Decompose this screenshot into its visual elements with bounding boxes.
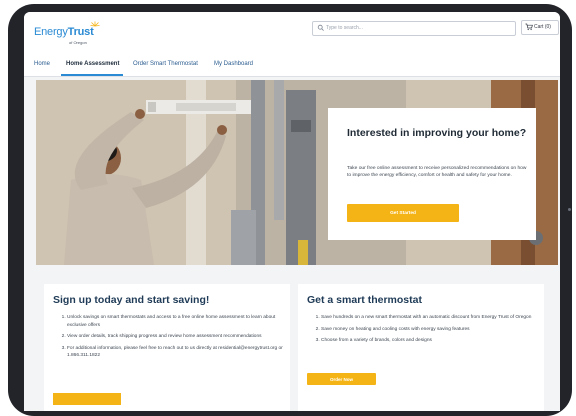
thermostat-list: Save hundreds on a new smart thermostat …: [311, 314, 539, 349]
search-icon: [317, 24, 324, 31]
list-item: For additional information, please feel …: [67, 345, 285, 360]
signup-card: Sign up today and start saving! Unlock s…: [44, 284, 290, 411]
hero-title: Interested in improving your home?: [347, 127, 527, 139]
main-nav: Home Home Assessment Order Smart Thermos…: [24, 56, 560, 77]
tab-order-smart-thermostat[interactable]: Order Smart Thermostat: [133, 61, 198, 67]
cart-button[interactable]: Cart (0): [521, 20, 559, 35]
signup-button[interactable]: [53, 393, 121, 405]
list-item: Save hundreds on a new smart thermostat …: [321, 314, 539, 322]
tab-home[interactable]: Home: [34, 61, 50, 67]
list-item: Choose from a variety of brands, colors …: [321, 337, 539, 345]
hero-banner: Interested in improving your home? Take …: [36, 80, 558, 265]
camera-dot: [568, 208, 571, 211]
cart-icon: [525, 23, 533, 31]
tab-home-assessment[interactable]: Home Assessment: [66, 61, 119, 67]
search-input[interactable]: Type to search...: [312, 21, 516, 36]
browser-screen: EnergyTrust of Oregon Type to search... …: [24, 12, 560, 411]
thermostat-title: Get a smart thermostat: [307, 294, 422, 306]
list-item: View order details, track shipping progr…: [67, 333, 285, 341]
site-header: EnergyTrust of Oregon Type to search... …: [24, 12, 560, 56]
search-placeholder: Type to search...: [326, 25, 363, 31]
hero-card: Interested in improving your home? Take …: [328, 108, 536, 240]
thermostat-card: Get a smart thermostat Save hundreds on …: [298, 284, 544, 411]
list-item: Unlock savings on smart thermostats and …: [67, 314, 285, 329]
get-started-button[interactable]: Get Started: [347, 204, 459, 222]
list-item: Save money on heating and cooling costs …: [321, 326, 539, 334]
logo-word-energy: Energy: [34, 26, 68, 38]
tab-my-dashboard[interactable]: My Dashboard: [214, 61, 253, 67]
signup-title: Sign up today and start saving!: [53, 294, 210, 306]
logo-word-trust: Trust: [67, 26, 94, 38]
cart-label: Cart (0): [534, 24, 551, 30]
hero-body: Take our free online assessment to recei…: [347, 166, 527, 179]
logo-tagline: of Oregon: [69, 40, 87, 45]
active-tab-underline: [61, 74, 123, 76]
order-now-button[interactable]: Order Now: [307, 373, 376, 385]
logo-wordmark: EnergyTrust: [34, 26, 94, 38]
energy-trust-logo[interactable]: EnergyTrust of Oregon: [34, 21, 104, 51]
signup-list: Unlock savings on smart thermostats and …: [57, 314, 285, 364]
